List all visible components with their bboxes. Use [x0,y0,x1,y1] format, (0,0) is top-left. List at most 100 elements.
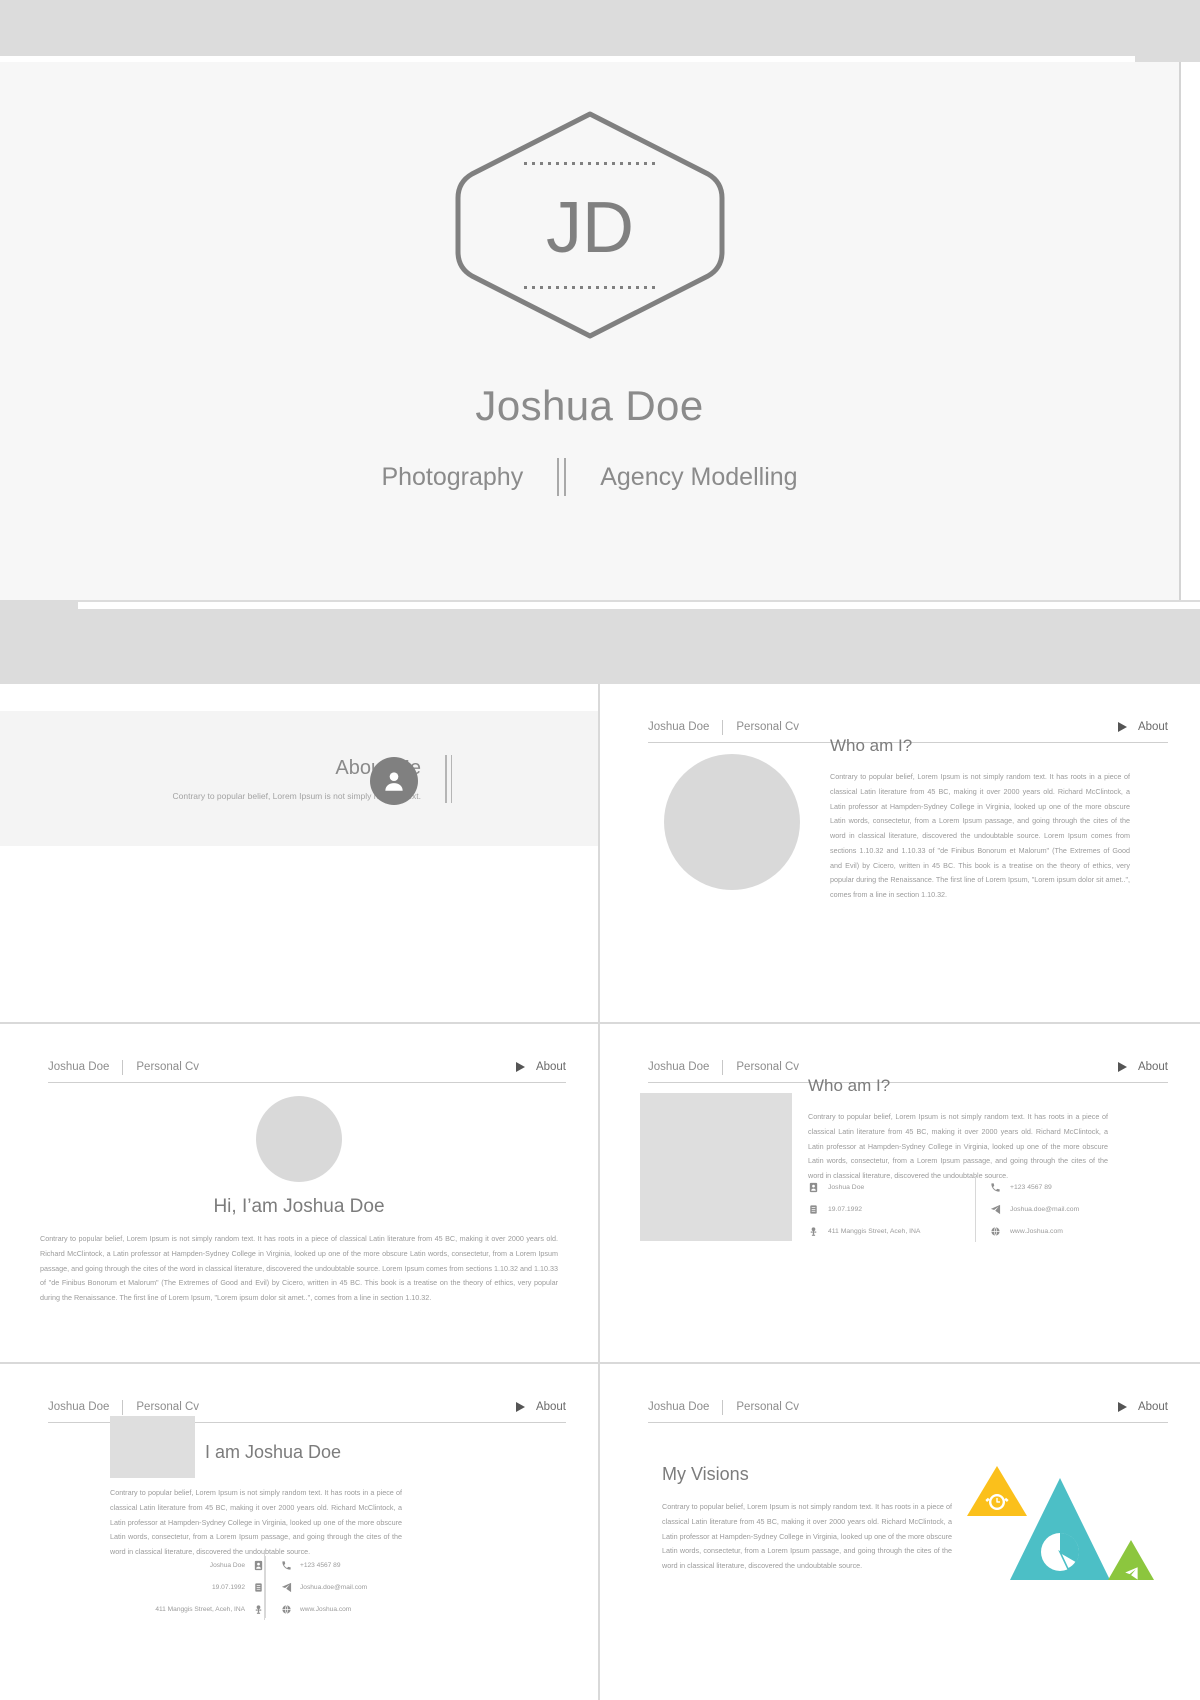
double-pipe-divider-icon [557,458,567,496]
square-photo-placeholder [640,1093,792,1241]
circle-photo-placeholder [664,754,800,890]
header-name: Joshua Doe [648,1061,710,1073]
header-action-label: About [535,1061,566,1073]
header-rule [648,1422,1168,1423]
slide-header: Joshua Doe Personal Cv About [648,1392,1168,1422]
map-pin-icon [253,1604,264,1615]
paper-plane-icon [990,1204,1001,1215]
slide-about-me[interactable]: About Me Contrary to popular belief, Lor… [0,684,600,1024]
cover-slide: JD Joshua Doe Photography Agency Modelli… [0,0,1200,684]
header-action[interactable]: About [515,1061,566,1073]
cover-top-band [0,0,1200,62]
slide-title: Who am I? [808,1076,891,1095]
visions-triangle-graphic [955,1448,1155,1598]
play-triangle-icon [1117,1402,1127,1412]
cover-role-left: Photography [381,462,524,491]
contact-name-value: Joshua Doe [828,1183,865,1191]
slide-title: My Visions [662,1464,749,1484]
calendar-icon [808,1204,819,1215]
contact-phone-value: +123 4567 89 [300,1561,341,1569]
header-name: Joshua Doe [648,721,710,733]
play-triangle-icon [515,1062,525,1072]
cover-bottom-band-stripe [78,602,1200,609]
header-action-label: About [1137,721,1168,733]
contact-card-icon [808,1182,819,1193]
header-category: Personal Cv [136,1061,200,1073]
contact-email-value: Joshua.doe@mail.com [1010,1205,1080,1213]
slide-title: I am Joshua Doe [205,1442,342,1462]
slide-i-am-joshua-doe[interactable]: Joshua Doe Personal Cv About I am Joshua… [0,1364,600,1700]
contact-email: Joshua.doe@mail.com [264,1576,400,1598]
cover-name: Joshua Doe [475,382,704,429]
slide-title: Who am I? [830,736,913,755]
slide-my-visions[interactable]: Joshua Doe Personal Cv About My Visions … [600,1364,1200,1700]
contact-card-icon [253,1560,264,1571]
slide-who-am-i-square[interactable]: Joshua Doe Personal Cv About Who am I? C… [600,1024,1200,1364]
slide-title: Hi, I’am Joshua Doe [213,1196,385,1217]
slide-who-am-i-circle[interactable]: Joshua Doe Personal Cv About Who am I? C… [600,684,1200,1024]
play-triangle-icon [1117,722,1127,732]
slide-body: Contrary to popular belief, Lorem Ipsum … [110,1488,402,1557]
header-action[interactable]: About [1117,1401,1168,1413]
contact-email: Joshua.doe@mail.com [975,1198,1128,1220]
monogram-badge: JD [440,100,740,350]
contact-phone-value: +123 4567 89 [1010,1183,1052,1191]
contact-phone: +123 4567 89 [264,1554,400,1576]
header-name: Joshua Doe [48,1401,110,1413]
user-avatar-icon [370,757,418,805]
play-triangle-icon [515,1402,525,1412]
header-action[interactable]: About [515,1401,566,1413]
header-divider [722,1059,724,1075]
cover-role-right: Agency Modelling [600,462,798,491]
header-action-label: About [535,1401,566,1413]
phone-icon [281,1560,292,1571]
contact-phone: +123 4567 89 [975,1176,1128,1198]
contact-list: Joshua Doe +123 4567 89 19.07.1992 Joshu… [128,1554,400,1620]
double-pipe-divider-icon [445,754,452,803]
contact-address: 411 Manggis Street, Aceh, INA [808,1220,961,1242]
contact-name-value: Joshua Doe [209,1561,245,1569]
globe-icon [281,1604,292,1615]
slide-grid: About Me Contrary to popular belief, Lor… [0,684,1200,1700]
contact-birthday-value: 19.07.1992 [211,1583,245,1591]
contact-birthday: 19.07.1992 [128,1576,264,1598]
contact-list: Joshua Doe +123 4567 89 19.07.1992 Joshu… [808,1176,1128,1242]
slide-body: Contrary to popular belief, Lorem Ipsum … [40,1234,558,1303]
contact-birthday: 19.07.1992 [808,1198,961,1220]
header-category: Personal Cv [736,1401,800,1413]
contact-website-value: www.Joshua.com [300,1605,352,1613]
contact-name: Joshua Doe [128,1554,264,1576]
paper-plane-icon [281,1582,292,1593]
header-action[interactable]: About [1117,1061,1168,1073]
pie-chart-icon [1041,1533,1080,1571]
header-action-label: About [1137,1061,1168,1073]
contact-address-value: 411 Manggis Street, Aceh, INA [828,1227,921,1235]
play-triangle-icon [1117,1062,1127,1072]
slide-header: Joshua Doe Personal Cv About [48,1052,566,1082]
slide-hi-i-am[interactable]: Joshua Doe Personal Cv About Hi, I’am Jo… [0,1024,600,1364]
contact-email-value: Joshua.doe@mail.com [300,1583,368,1591]
cover-bottom-band [0,600,1200,684]
header-name: Joshua Doe [648,1401,710,1413]
contact-website-value: www.Joshua.com [1010,1227,1063,1235]
header-action[interactable]: About [1117,721,1168,733]
header-category: Personal Cv [136,1401,200,1413]
square-photo-placeholder [110,1416,195,1478]
contact-divider [265,1556,266,1618]
phone-icon [990,1182,1001,1193]
header-divider [122,1059,124,1075]
contact-address: 411 Manggis Street, Aceh, INA [128,1598,264,1620]
header-divider [722,719,724,735]
calendar-icon [253,1582,264,1593]
contact-website: www.Joshua.com [264,1598,400,1620]
about-me-content: About Me Contrary to popular belief, Lor… [0,711,598,846]
header-name: Joshua Doe [48,1061,110,1073]
cover-card: JD Joshua Doe Photography Agency Modelli… [0,62,1181,602]
cover-roles: Photography Agency Modelling [0,458,1179,496]
contact-name: Joshua Doe [808,1176,961,1198]
presentation-preview: JD Joshua Doe Photography Agency Modelli… [0,0,1200,1700]
monogram-text: JD [546,188,634,268]
globe-icon [990,1226,1001,1237]
header-divider [122,1399,124,1415]
header-rule [48,1082,566,1083]
